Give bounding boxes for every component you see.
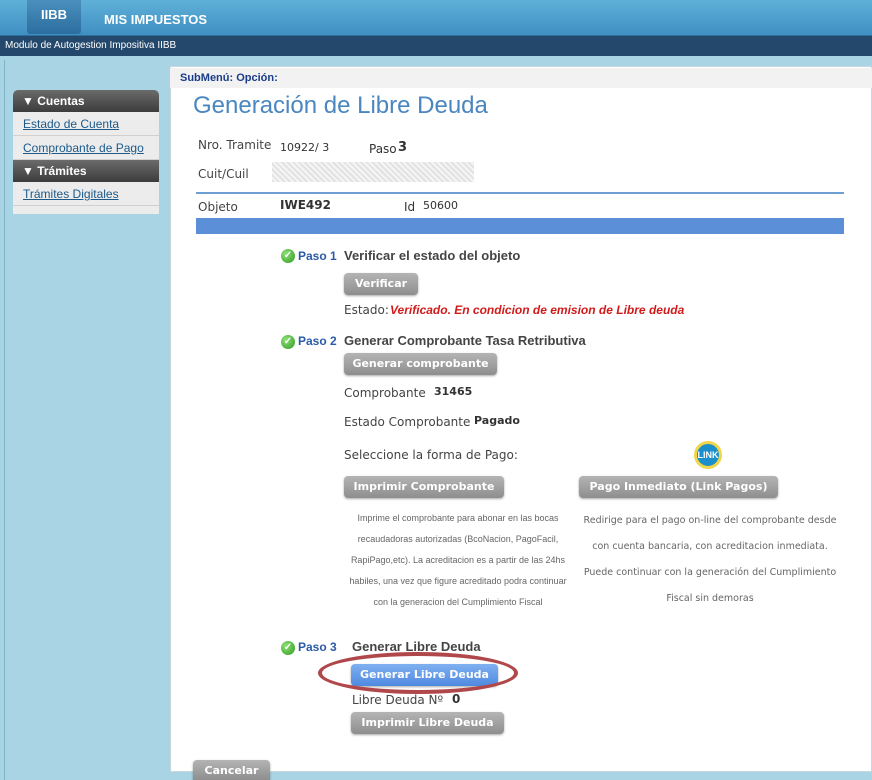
- sidebar-section-cuentas[interactable]: ▼ Cuentas: [13, 90, 159, 112]
- generar-comprobante-button[interactable]: Generar comprobante: [344, 353, 497, 375]
- desc-line: Imprime el comprobante para abonar en la…: [357, 513, 559, 523]
- id-label: Id: [404, 200, 416, 214]
- step1-title: Verificar el estado del objeto: [344, 248, 521, 263]
- step2-label: Paso 2: [298, 334, 337, 348]
- imprimir-libre-deuda-button[interactable]: Imprimir Libre Deuda: [351, 712, 504, 734]
- desc-line: Puede continuar con la generación del Cu…: [583, 567, 837, 578]
- sidebar-section-tramites[interactable]: ▼ Trámites: [13, 160, 159, 182]
- desc-line: con cuenta bancaria, con acreditacion in…: [592, 541, 828, 552]
- estado-comprobante-label: Estado Comprobante: [344, 415, 471, 429]
- cuit-label: Cuit/Cuil: [198, 167, 249, 181]
- verificar-button[interactable]: Verificar: [344, 273, 418, 295]
- nro-tramite-value: 10922/ 3: [280, 141, 330, 154]
- sidebar-item-tramites-digitales[interactable]: Trámites Digitales: [13, 182, 159, 206]
- cuit-redacted-field: [272, 162, 474, 182]
- estado-value: Verificado. En condicion de emision de L…: [390, 303, 685, 317]
- libre-deuda-label: Libre Deuda Nº: [352, 693, 444, 707]
- comprobante-value: 31465: [434, 385, 473, 398]
- top-navigation-bar: IIBB MIS IMPUESTOS: [0, 0, 872, 36]
- objeto-value: IWE492: [280, 198, 331, 212]
- tab-iibb[interactable]: IIBB: [27, 0, 81, 34]
- desc-line: habiles, una vez que figure acreditado p…: [349, 576, 567, 586]
- desc-line: Redirige para el pago on-line del compro…: [583, 515, 837, 526]
- check-icon: ✓: [281, 335, 295, 349]
- desc-line: Fiscal sin demoras: [666, 593, 754, 604]
- pago-description: Redirige para el pago on-line del compro…: [578, 508, 842, 612]
- comprobante-label: Comprobante: [344, 386, 426, 400]
- forma-pago-label: Seleccione la forma de Pago:: [344, 448, 518, 462]
- imprimir-comprobante-button[interactable]: Imprimir Comprobante: [344, 476, 504, 498]
- pago-inmediato-button[interactable]: Pago Inmediato (Link Pagos): [579, 476, 778, 498]
- paso-label: Paso: [369, 142, 397, 156]
- objeto-label: Objeto: [198, 200, 238, 214]
- submenu-bar: SubMenú: Opción:: [170, 68, 872, 88]
- libre-deuda-value: 0: [452, 692, 461, 706]
- estado-label: Estado:: [344, 303, 389, 317]
- divider-line: [196, 192, 844, 194]
- blue-header-bar: [196, 218, 844, 234]
- cancel-button[interactable]: Cancelar: [193, 760, 270, 780]
- imprimir-description: Imprime el comprobante para abonar en la…: [338, 508, 578, 613]
- step2-title: Generar Comprobante Tasa Retributiva: [344, 333, 586, 348]
- link-pagos-icon: LINK: [694, 441, 722, 469]
- tab-mis-impuestos[interactable]: MIS IMPUESTOS: [104, 12, 207, 27]
- paso-value: 3: [398, 140, 408, 155]
- page-title: Generación de Libre Deuda: [193, 92, 488, 119]
- sidebar: ▼ Cuentas Estado de Cuenta Comprobante d…: [13, 90, 159, 214]
- check-icon: ✓: [281, 641, 295, 655]
- sidebar-item-comprobante-de-pago[interactable]: Comprobante de Pago: [13, 136, 159, 160]
- step3-label: Paso 3: [298, 640, 337, 654]
- nro-tramite-label: Nro. Tramite: [198, 138, 272, 152]
- step1-label: Paso 1: [298, 249, 337, 263]
- estado-comprobante-value: Pagado: [474, 414, 520, 427]
- module-subtitle: Modulo de Autogestion Impositiva IIBB: [0, 36, 872, 56]
- desc-line: con la generacion del Cumplimiento Fisca…: [373, 597, 543, 607]
- id-value: 50600: [423, 199, 458, 212]
- highlight-ellipse: [318, 652, 518, 694]
- sidebar-item-estado-de-cuenta[interactable]: Estado de Cuenta: [13, 112, 159, 136]
- desc-line: recaudadoras autorizadas (BcoNacion, Pag…: [357, 534, 559, 544]
- desc-line: RapiPago,etc). La acreditacion es a part…: [350, 555, 566, 565]
- sidebar-footer: [13, 206, 159, 214]
- check-icon: ✓: [281, 249, 295, 263]
